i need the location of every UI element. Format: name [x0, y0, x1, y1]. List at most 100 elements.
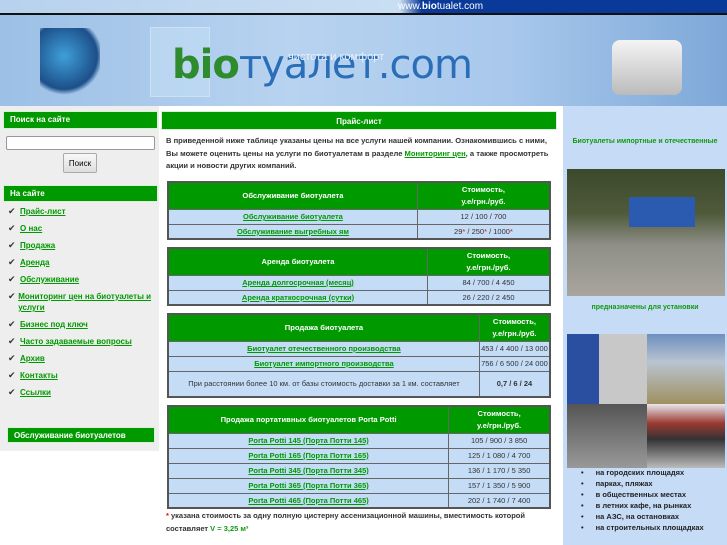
cost-header-line: у.е/грн./руб.: [492, 328, 537, 338]
cost-header-line: Стоимость,: [477, 408, 521, 418]
usage-item: на строительных площадках: [581, 522, 704, 533]
row-link[interactable]: Аренда долгосрочная (месяц): [242, 278, 354, 287]
site-header: www.biotualet.com bioтуалет.com чистота …: [0, 0, 727, 106]
nav-item: ✔ Архив: [8, 353, 156, 364]
table-row: Porta Potti 465 (Порта Потти 465) 202 / 1…: [167, 492, 551, 509]
cost-header: Стоимость, у.е/грн./руб.: [416, 181, 551, 210]
site-url[interactable]: www.biotualet.com: [398, 1, 483, 12]
search-button[interactable]: Поиск: [63, 153, 97, 173]
right-sidebar: Биотуалеты импортные и отечественные пре…: [563, 106, 727, 545]
cost-header-line: у.е/грн./руб.: [477, 420, 522, 430]
nav-item: ✔ Обслуживание: [8, 274, 156, 285]
usage-list: на городских площадях парках, пляжах в о…: [581, 467, 704, 533]
row-price: 84 / 700 / 4 450: [427, 274, 551, 291]
row-price: 29* / 250* / 1000*: [416, 223, 551, 240]
site-nav: ✔ Прайс-лист ✔ О нас ✔ Продажа ✔ Аренда ✔ Обс…: [8, 206, 156, 404]
price-part: 1000: [493, 226, 510, 236]
url-suffix: tualet.com: [436, 1, 484, 12]
nav-link-price[interactable]: Прайс-лист: [20, 206, 65, 217]
left-sidebar: Поиск на сайте Поиск На сайте ✔ Прайс-лис…: [0, 106, 159, 451]
check-icon: ✔: [8, 291, 16, 301]
row-price: 157 / 1 350 / 5 900: [448, 477, 551, 494]
logo-part: bi: [172, 42, 213, 88]
service-title: Обслуживание биотуалетов: [7, 427, 155, 443]
logo-part: туалет.com: [238, 42, 473, 88]
nav-item: ✔ О нас: [8, 223, 156, 234]
row-link[interactable]: Porta Potti 345 (Порта Потти 345): [248, 466, 368, 475]
price-table-porta-potti: Продажа портативных биотуалетов Porta Po…: [167, 405, 551, 509]
row-price: 756 / 6 500 / 24 000: [478, 355, 551, 372]
nav-link-contacts[interactable]: Контакты: [20, 370, 58, 381]
cost-header: Стоимость, у.е/грн./руб.: [478, 313, 551, 342]
cost-header-line: у.е/грн./руб.: [461, 196, 506, 206]
cost-header: Стоимость, у.е/грн./руб.: [427, 247, 551, 276]
row-link[interactable]: Обслуживание выгребных ям: [237, 227, 349, 236]
nav-link-service[interactable]: Обслуживание: [20, 274, 79, 285]
row-price: 12 / 100 / 700: [416, 208, 551, 225]
row-price: 136 / 1 170 / 5 350: [448, 462, 551, 479]
nav-link-business[interactable]: Бизнес под ключ: [20, 319, 88, 330]
photo-collage-3: [567, 404, 647, 468]
monitoring-link[interactable]: Мониторинг цен: [405, 149, 466, 158]
usage-item: в летних кафе, на рынках: [581, 500, 704, 511]
usage-item: парках, пляжах: [581, 478, 704, 489]
footnote-volume: V = 3,25 м³: [210, 523, 249, 533]
butterfly-image: [40, 28, 100, 98]
table-row: Porta Potti 365 (Порта Потти 365) 157 / 1…: [167, 477, 551, 494]
photo-collage-1: [567, 334, 647, 404]
search-input[interactable]: [6, 136, 155, 150]
cost-header-line: Стоимость,: [461, 184, 506, 194]
row-link[interactable]: Porta Potti 165 (Порта Потти 165): [248, 451, 368, 460]
row-link[interactable]: Обслуживание биотуалета: [243, 212, 343, 221]
footnote: * указана стоимость за одну полную цисте…: [166, 510, 556, 535]
nav-link-monitoring[interactable]: Мониторинг цен на биотуалеты и услуги: [18, 291, 156, 313]
cost-header: Стоимость, у.е/грн./руб.: [448, 405, 551, 434]
table-row: Биотуалет отечественного производства 453…: [167, 340, 551, 357]
row-link[interactable]: Аренда краткосрочная (сутки): [242, 293, 354, 302]
nav-link-sale[interactable]: Продажа: [20, 240, 55, 251]
row-link[interactable]: Porta Potti 365 (Порта Потти 365): [248, 481, 368, 490]
nav-link-archive[interactable]: Архив: [20, 353, 45, 364]
nav-link-links[interactable]: Ссылки: [20, 387, 51, 398]
nav-link-faq[interactable]: Часто задаваемые вопросы: [20, 336, 132, 347]
logo-part: o: [212, 42, 240, 88]
cost-header-line: Стоимость,: [492, 316, 537, 326]
usage-item: в общественных местах: [581, 489, 704, 500]
table-title: Аренда биотуалета: [167, 247, 429, 276]
row-link[interactable]: Биотуалет отечественного производства: [247, 344, 401, 353]
caption-types: Биотуалеты импортные и отечественные: [572, 138, 718, 145]
row-link[interactable]: Биотуалет импортного производства: [254, 359, 393, 368]
url-prefix: www.: [398, 1, 422, 12]
row-link[interactable]: Porta Potti 465 (Порта Потти 465): [248, 496, 368, 505]
check-icon: ✔: [8, 206, 16, 216]
nav-link-about[interactable]: О нас: [20, 223, 42, 234]
nav-item: ✔ Аренда: [8, 257, 156, 268]
row-price: 202 / 1 740 / 7 400: [448, 492, 551, 509]
table-row: Обслуживание выгребных ям 29* / 250* / 10…: [167, 223, 551, 240]
nav-item: ✔ Прайс-лист: [8, 206, 156, 217]
table-title: Обслуживание биотуалета: [167, 181, 418, 210]
row-link[interactable]: Porta Potti 145 (Порта Потти 145): [248, 436, 368, 445]
table-row: Биотуалет импортного производства 756 / 6…: [167, 355, 551, 372]
price-table-service: Обслуживание биотуалета Стоимость, у.е/грн…: [167, 181, 551, 240]
table-row: Аренда долгосрочная (месяц) 84 / 700 / 4 …: [167, 274, 551, 291]
row-price: 453 / 4 400 / 13 000: [478, 340, 551, 357]
photo-toilets-street: [567, 169, 725, 296]
caption-purpose: предназначены для установки: [591, 304, 699, 311]
nav-link-rent[interactable]: Аренда: [20, 257, 49, 268]
slogan: чистота и комфорт: [288, 51, 385, 63]
table-row: Аренда краткосрочная (сутки) 26 / 220 / 2…: [167, 289, 551, 306]
row-price: 125 / 1 080 / 4 700: [448, 447, 551, 464]
top-bar: www.biotualet.com: [0, 0, 727, 15]
cost-header-line: у.е/грн./руб.: [466, 262, 511, 272]
table-row: Porta Potti 145 (Порта Потти 145) 105 / 9…: [167, 432, 551, 449]
photo-collage-4: [647, 404, 725, 468]
site-logo[interactable]: bioтуалет.com: [172, 42, 473, 88]
price-part: 250: [471, 226, 485, 236]
main-content: Прайс-лист В приведенной ниже таблице ук…: [160, 106, 558, 545]
row-price: 0,7 / 6 / 24: [478, 370, 551, 398]
check-icon: ✔: [8, 223, 16, 233]
table-title: Продажа биотуалета: [167, 313, 480, 342]
nav-item: ✔ Ссылки: [8, 387, 156, 398]
nav-item: ✔ Мониторинг цен на биотуалеты и услуги: [8, 291, 156, 313]
